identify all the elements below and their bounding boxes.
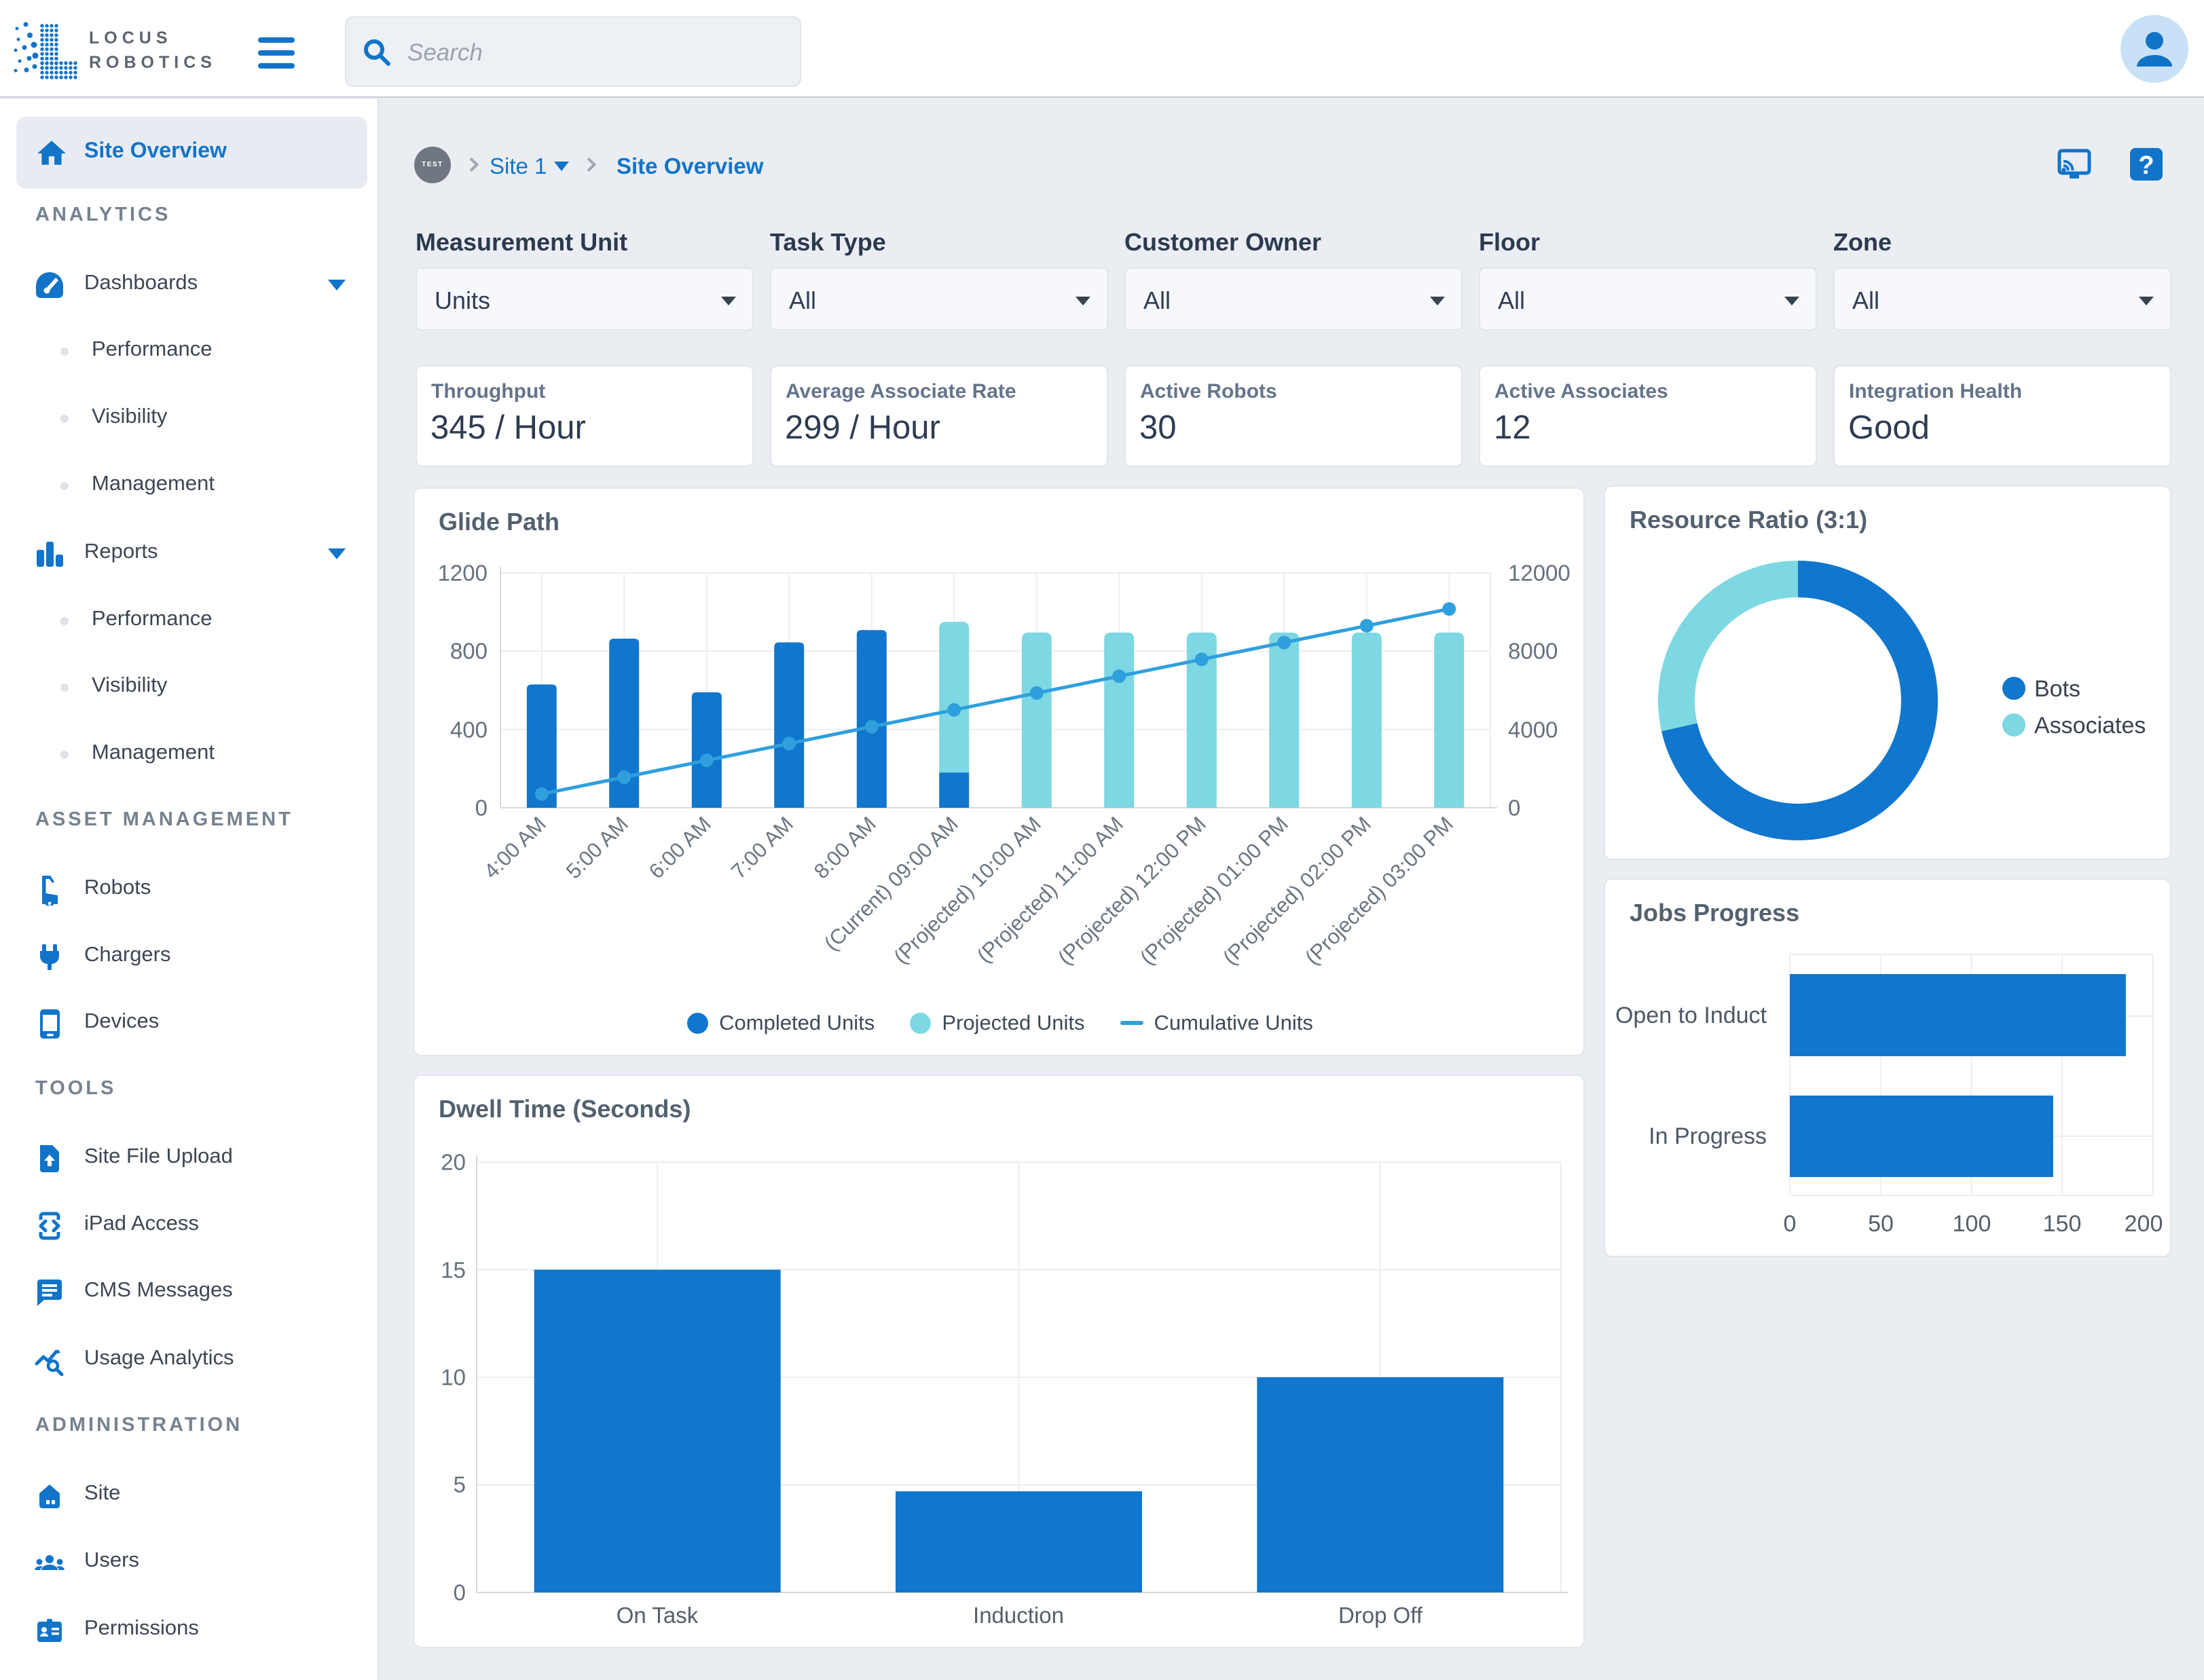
svg-text:(Projected) 12:00 PM: (Projected) 12:00 PM (1053, 812, 1211, 969)
svg-text:(Projected) 11:00 AM: (Projected) 11:00 AM (972, 812, 1128, 967)
svg-text:20: 20 (441, 1150, 466, 1175)
svg-text:6:00 AM: 6:00 AM (644, 812, 716, 883)
svg-text:5:00 AM: 5:00 AM (562, 812, 633, 883)
svg-text:5: 5 (454, 1472, 466, 1497)
svg-text:800: 800 (450, 639, 488, 664)
svg-text:200: 200 (2125, 1211, 2163, 1237)
svg-text:On Task: On Task (617, 1603, 699, 1628)
svg-text:(Projected) 03:00 PM: (Projected) 03:00 PM (1300, 812, 1458, 969)
svg-text:(Current) 09:00 AM: (Current) 09:00 AM (820, 812, 963, 955)
svg-text:1200: 1200 (438, 561, 488, 586)
svg-text:Associates: Associates (2034, 713, 2146, 739)
svg-text:?: ? (2138, 151, 2154, 180)
svg-text:15: 15 (441, 1258, 466, 1283)
svg-text:400: 400 (450, 717, 488, 743)
svg-text:12000: 12000 (1508, 561, 1571, 586)
svg-text:150: 150 (2043, 1211, 2082, 1237)
svg-text:0: 0 (454, 1580, 466, 1605)
svg-text:(Projected) 02:00 PM: (Projected) 02:00 PM (1218, 812, 1376, 969)
svg-text:Induction: Induction (973, 1603, 1064, 1628)
svg-text:Open to Induct: Open to Induct (1615, 1003, 1767, 1028)
svg-text:8:00 AM: 8:00 AM (809, 812, 881, 883)
svg-text:4000: 4000 (1508, 717, 1558, 743)
svg-text:50: 50 (1868, 1211, 1894, 1237)
svg-text:Drop Off: Drop Off (1338, 1603, 1423, 1628)
svg-text:0: 0 (1784, 1211, 1797, 1237)
svg-text:8000: 8000 (1508, 639, 1558, 664)
svg-text:10: 10 (441, 1365, 466, 1390)
svg-text:0: 0 (475, 796, 488, 821)
svg-text:In Progress: In Progress (1649, 1123, 1767, 1149)
svg-text:(Projected) 01:00 PM: (Projected) 01:00 PM (1135, 812, 1293, 969)
svg-text:0: 0 (1508, 796, 1520, 821)
svg-text:7:00 AM: 7:00 AM (727, 812, 798, 883)
svg-text:(Projected) 10:00 AM: (Projected) 10:00 AM (889, 812, 1046, 969)
svg-text:100: 100 (1953, 1211, 1991, 1237)
svg-text:4:00 AM: 4:00 AM (479, 812, 551, 883)
svg-text:Bots: Bots (2034, 676, 2080, 702)
